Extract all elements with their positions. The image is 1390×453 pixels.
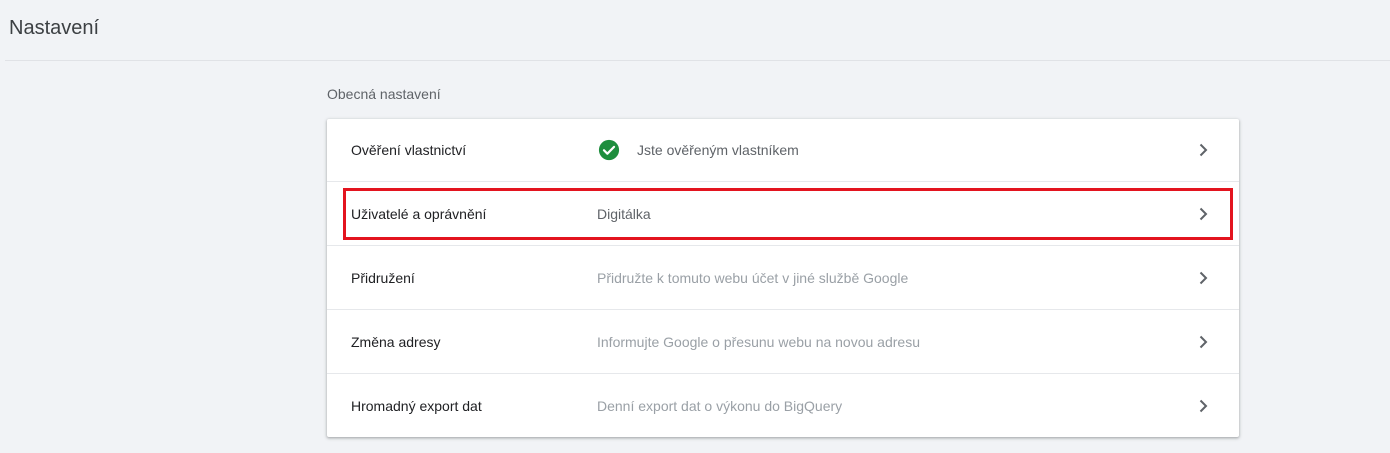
page-title: Nastavení xyxy=(9,17,100,39)
page-header: Nastavení xyxy=(0,0,1390,60)
chevron-right-icon xyxy=(1199,399,1208,413)
row-value: Denní export dat o výkonu do BigQuery xyxy=(597,398,843,414)
row-label: Změna adresy xyxy=(351,334,441,350)
settings-row-users-permissions[interactable]: Uživatelé a oprávnění Digitálka xyxy=(327,183,1239,246)
chevron-right-icon xyxy=(1199,271,1208,285)
row-value: Jste ověřeným vlastníkem xyxy=(637,142,799,158)
row-value: Informujte Google o přesunu webu na novo… xyxy=(597,334,920,350)
row-label: Uživatelé a oprávnění xyxy=(351,206,487,222)
settings-card: Ověření vlastnictví Jste ověřeným vlastn… xyxy=(327,119,1239,437)
chevron-right-icon xyxy=(1199,335,1208,349)
header-divider xyxy=(5,60,1390,61)
settings-row-ownership-verification[interactable]: Ověření vlastnictví Jste ověřeným vlastn… xyxy=(327,119,1239,182)
settings-row-change-of-address[interactable]: Změna adresy Informujte Google o přesunu… xyxy=(327,311,1239,374)
settings-row-bulk-data-export[interactable]: Hromadný export dat Denní export dat o v… xyxy=(327,375,1239,438)
check-circle-icon xyxy=(598,139,620,161)
row-value: Přidružte k tomuto webu účet v jiné služ… xyxy=(597,270,909,286)
row-value: Digitálka xyxy=(597,206,651,222)
chevron-right-icon xyxy=(1199,207,1208,221)
chevron-right-icon xyxy=(1199,143,1208,157)
row-label: Hromadný export dat xyxy=(351,398,482,414)
row-label: Ověření vlastnictví xyxy=(351,142,467,158)
section-title: Obecná nastavení xyxy=(327,86,441,102)
settings-row-associations[interactable]: Přidružení Přidružte k tomuto webu účet … xyxy=(327,247,1239,310)
row-label: Přidružení xyxy=(351,270,415,286)
